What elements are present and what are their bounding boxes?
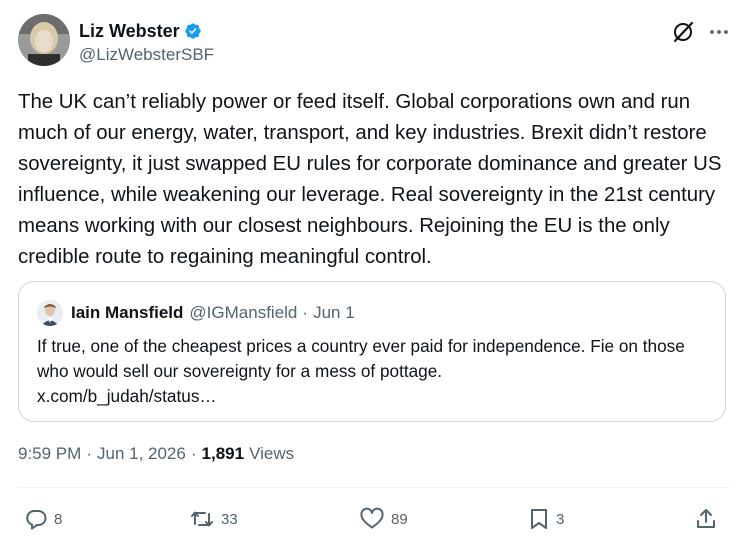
bookmark-button[interactable]: 3: [528, 507, 564, 531]
author-handle[interactable]: @LizWebsterSBF: [79, 44, 214, 66]
grok-icon[interactable]: [671, 20, 695, 44]
meta-separator: ·: [86, 444, 92, 463]
views-count: 1,891: [201, 444, 245, 463]
divider: [18, 487, 729, 488]
quoted-tweet-link[interactable]: x.com/b_judah/status…: [37, 384, 717, 409]
author-names: Liz Webster @LizWebsterSBF: [79, 20, 214, 70]
quoted-author-name[interactable]: Iain Mansfield: [71, 303, 183, 323]
quoted-date[interactable]: Jun 1: [313, 303, 355, 323]
tweet-header: Liz Webster @LizWebsterSBF: [18, 14, 729, 70]
top-actions: [671, 20, 729, 44]
like-count: 89: [391, 510, 408, 528]
verified-badge-icon: [185, 23, 201, 39]
action-bar: 8 33 89 3: [0, 505, 747, 535]
tweet-date[interactable]: Jun 1, 2026: [97, 444, 186, 464]
bookmark-count: 3: [556, 510, 565, 528]
like-icon: [360, 507, 384, 529]
quoted-author-handle[interactable]: @IGMansfield: [189, 303, 297, 323]
share-button[interactable]: [694, 507, 718, 531]
repost-icon: [191, 511, 213, 527]
quoted-tweet[interactable]: Iain Mansfield @IGMansfield · Jun 1 If t…: [18, 281, 726, 422]
tweet-time[interactable]: 9:59 PM: [18, 444, 81, 464]
repost-count: 33: [221, 510, 238, 528]
tweet-meta: 9:59 PM · Jun 1, 2026 · 1,891 Views: [18, 444, 294, 464]
meta-separator: ·: [190, 444, 197, 463]
more-icon[interactable]: [709, 22, 729, 42]
tweet-text: The UK can’t reliably power or feed itse…: [18, 91, 722, 268]
quoted-author-avatar[interactable]: [37, 300, 63, 326]
share-icon: [697, 509, 715, 528]
quoted-tweet-header: Iain Mansfield @IGMansfield · Jun 1: [37, 300, 355, 326]
reply-button[interactable]: 8: [24, 507, 62, 531]
reply-icon: [26, 510, 47, 530]
repost-button[interactable]: 33: [189, 507, 238, 531]
quoted-separator: ·: [302, 303, 309, 322]
reply-count: 8: [54, 510, 63, 528]
like-button[interactable]: 89: [359, 507, 408, 531]
author-avatar[interactable]: [18, 14, 70, 66]
bookmark-icon: [531, 509, 547, 529]
author-display-name[interactable]: Liz Webster: [79, 20, 180, 42]
quoted-tweet-body: If true, one of the cheapest prices a co…: [37, 334, 717, 409]
views-label: Views: [249, 444, 295, 463]
quoted-tweet-text: If true, one of the cheapest prices a co…: [37, 336, 685, 381]
author-name-row: Liz Webster: [79, 20, 214, 42]
